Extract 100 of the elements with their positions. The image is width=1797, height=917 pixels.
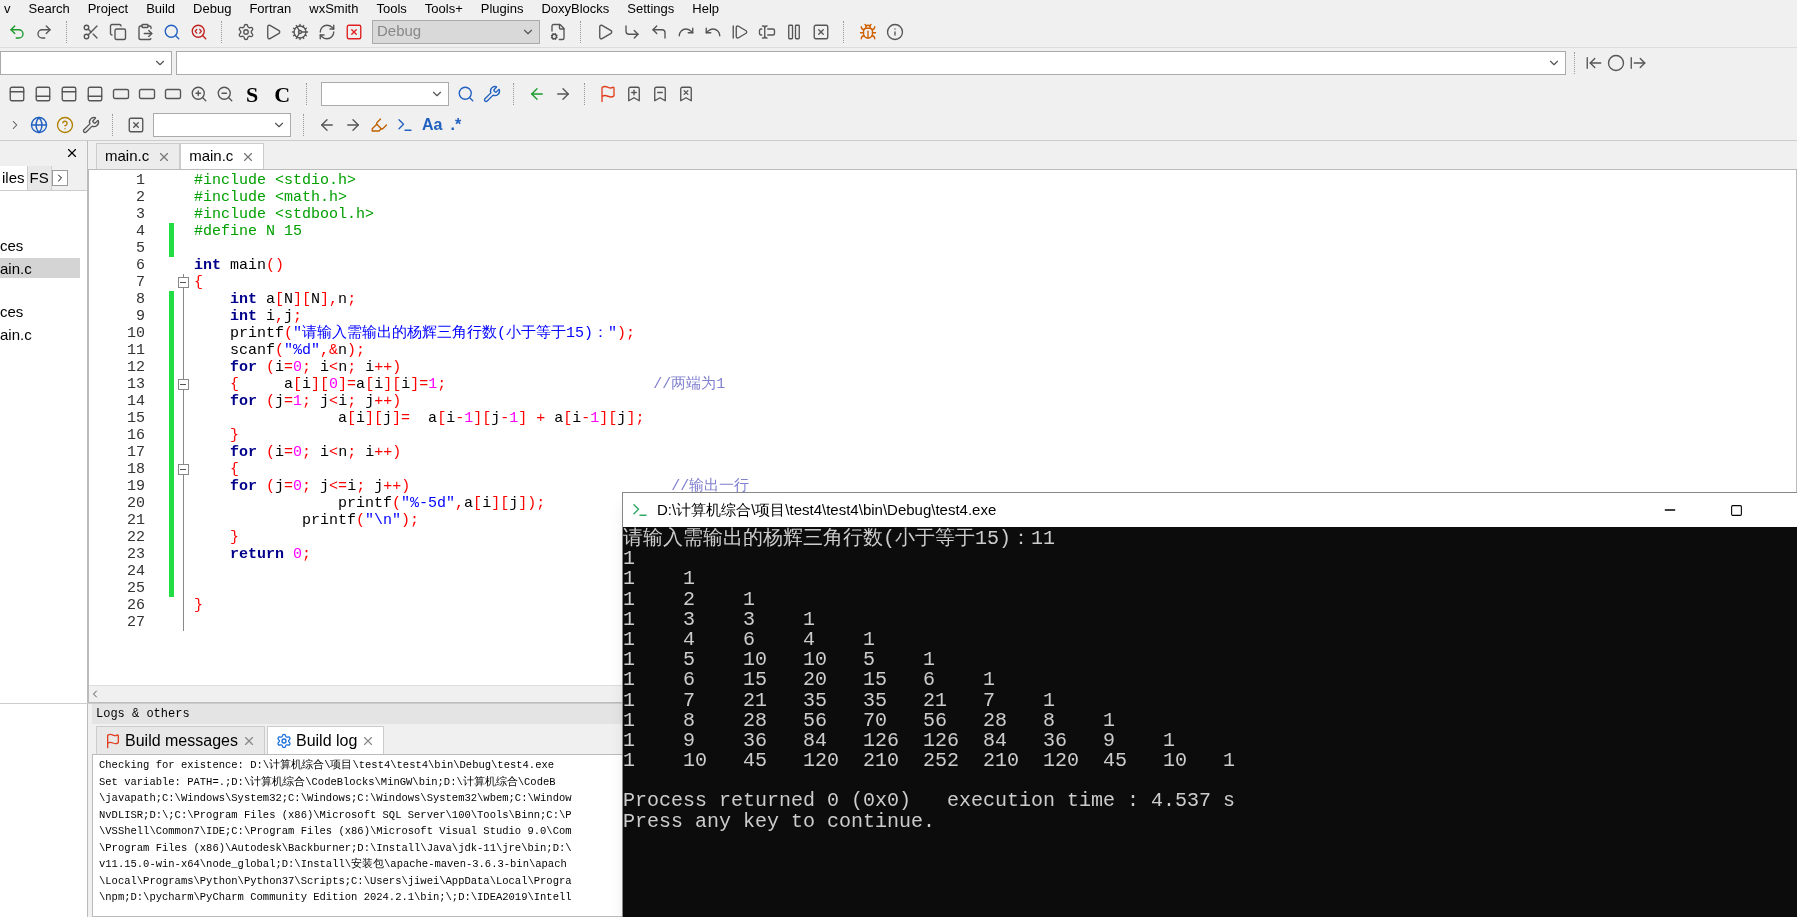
jump-back-icon[interactable] (1585, 54, 1603, 72)
search-icon[interactable] (163, 22, 181, 41)
log-line: \javapath;C:\Windows\System32;C:\Windows;C:\Windows\System32\wbem;C:\Window (99, 791, 572, 806)
console-output: 1 (623, 549, 635, 570)
log-tab[interactable]: Build log (266, 726, 385, 754)
menu-item[interactable]: Search (28, 1, 70, 15)
menu-item[interactable]: v (4, 1, 11, 15)
menu-item[interactable]: Fortran (249, 1, 292, 15)
line-number: 18 (126, 461, 146, 478)
cursor-icon[interactable] (758, 22, 776, 41)
console-output: 1 3 3 1 (623, 609, 816, 630)
menu-item[interactable]: Project (87, 1, 129, 15)
arrow-right-icon[interactable] (344, 116, 362, 134)
info-icon[interactable] (886, 22, 904, 41)
file-settings-icon[interactable] (549, 22, 567, 41)
menu-item[interactable]: Settings (627, 1, 675, 15)
panel-tab[interactable]: FS (27, 166, 52, 190)
close-icon[interactable] (812, 22, 830, 41)
circle-icon[interactable] (1607, 54, 1625, 72)
line-number: 2 (135, 189, 146, 206)
code-line: #define N 15 (193, 223, 303, 240)
code-line: } (193, 597, 203, 614)
help-icon[interactable] (56, 116, 74, 134)
menu-item[interactable]: Plugins (480, 1, 524, 15)
log-line: \npm;D:\pycharm\PyCharm Community Edition 2024.2.1\bin;\;D:\IDEA2019\Intell (99, 890, 572, 905)
editor-tab[interactable]: main.c (180, 143, 265, 169)
tree-item[interactable]: ain.c (0, 258, 80, 278)
step-icon[interactable] (650, 22, 668, 41)
code-line: printf("\n"); (301, 512, 420, 529)
code-line: { a[i][0]=a[i][i]=1; //两端为1 (229, 376, 726, 393)
close-icon[interactable] (65, 146, 79, 160)
line-number: 17 (126, 444, 146, 461)
jump-forward-icon[interactable] (1629, 54, 1647, 72)
flag-icon (105, 732, 121, 749)
redo-icon[interactable] (35, 22, 53, 41)
panel-icon[interactable] (86, 85, 104, 103)
step-forward-icon[interactable] (731, 22, 749, 41)
menu-item[interactable]: Tools+ (424, 1, 463, 15)
code-line: return 0; (229, 546, 312, 563)
console-output: 1 6 15 20 15 6 1 (623, 670, 996, 691)
code-line: for (j=1; j<i; j++) (229, 393, 402, 410)
play-icon[interactable] (264, 22, 282, 41)
menu-item[interactable]: Debug (193, 1, 232, 15)
line-number: 21 (126, 512, 146, 529)
line-number: 3 (135, 206, 146, 223)
fold-icon[interactable] (177, 379, 189, 390)
console-output: 1 10 45 120 210 252 210 120 45 10 1 (623, 751, 1236, 772)
step-icon[interactable] (623, 22, 641, 41)
paste-icon[interactable] (136, 22, 154, 41)
console-output: 1 2 1 (623, 589, 756, 610)
menu-item[interactable]: wxSmith (309, 1, 359, 15)
menu-item[interactable]: DoxyBlocks (541, 1, 610, 15)
globe-icon[interactable] (30, 116, 48, 134)
line-number: 11 (126, 342, 146, 359)
scissors-icon[interactable] (82, 22, 100, 41)
menu-item[interactable]: Help (692, 1, 720, 15)
s-button[interactable]: S (242, 77, 263, 111)
log-tab[interactable]: Build messages (96, 726, 265, 754)
wrench-icon[interactable] (82, 116, 100, 134)
line-number: 25 (126, 580, 146, 597)
panel-icon[interactable] (8, 85, 26, 103)
log-line: Set variable: PATH=.;D:\计算机综合\CodeBlocks\MinGW\bin;D:\计算机综合\CodeB (99, 774, 556, 790)
console-text: 请输入需输出的杨辉三角行数(小于等于15)：11 (623, 529, 1055, 550)
panel-tab[interactable]: iles (0, 166, 28, 190)
line-number: 16 (126, 427, 146, 444)
maximize-icon[interactable] (1730, 503, 1743, 517)
zoom-out-icon[interactable] (216, 85, 234, 103)
fold-icon[interactable] (177, 464, 189, 475)
play-icon[interactable] (596, 22, 614, 41)
copy-icon[interactable] (109, 22, 127, 41)
panel-icon[interactable] (34, 85, 52, 103)
replace-icon[interactable] (190, 22, 208, 41)
fold-icon[interactable] (177, 277, 189, 288)
line-number: 26 (126, 597, 146, 614)
regex-button[interactable]: .* (450, 113, 462, 137)
menu-item[interactable]: Build (146, 1, 176, 15)
log-line: \Local\Programs\Python\Python37\Scripts;C:\Users\jiwei\AppData\Local\Progra (99, 873, 572, 889)
line-number: 14 (126, 393, 146, 410)
code-line: scanf("%d",&n); (229, 342, 366, 359)
cog-icon[interactable] (291, 22, 309, 41)
panel-icon[interactable] (60, 85, 78, 103)
wrench-icon[interactable] (483, 85, 502, 103)
zoom-in-icon[interactable] (190, 85, 208, 103)
code-line: } (229, 529, 239, 546)
bug-icon[interactable] (859, 22, 877, 41)
search-icon[interactable] (457, 85, 476, 103)
settings-icon[interactable] (237, 22, 255, 41)
c-button[interactable]: C (270, 77, 295, 111)
terminal-icon[interactable] (396, 116, 414, 134)
match-case-button[interactable]: Aa (422, 113, 443, 137)
flag-icon[interactable] (599, 85, 618, 103)
code-line: for (i=0; i<n; i++) (229, 359, 402, 376)
refresh-icon[interactable] (318, 22, 336, 41)
menu-item[interactable]: Tools (376, 1, 407, 15)
pause-icon[interactable] (785, 22, 803, 41)
console-output: 1 9 36 84 126 126 84 36 9 1 (623, 731, 1176, 752)
clear-icon[interactable] (127, 116, 145, 134)
editor-tab[interactable]: main.c (96, 143, 181, 169)
undo-icon[interactable] (8, 22, 26, 41)
highlighter-icon[interactable] (370, 116, 388, 134)
